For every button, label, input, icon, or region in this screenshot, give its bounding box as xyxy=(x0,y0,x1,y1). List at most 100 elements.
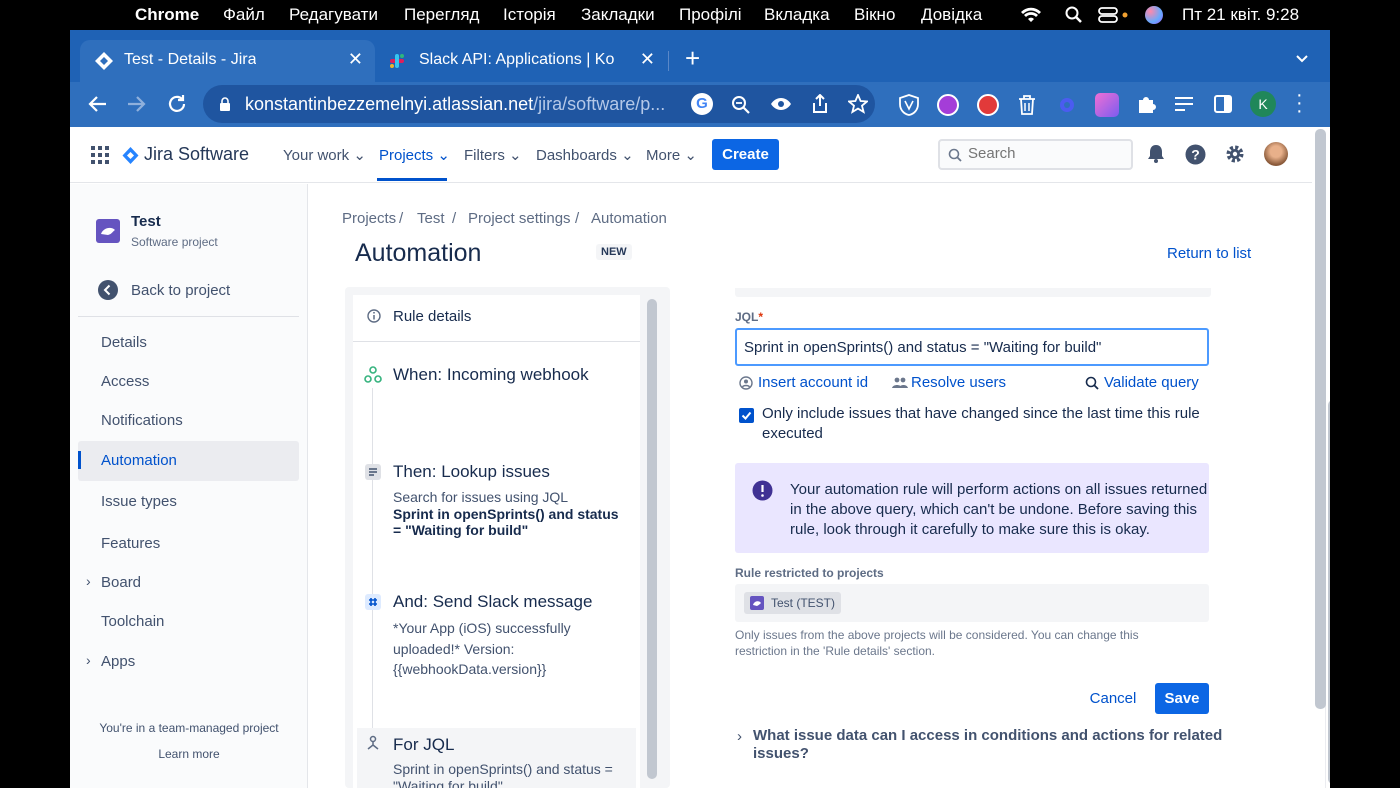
trash-extension-icon[interactable] xyxy=(1017,94,1037,116)
menu-clock[interactable]: Пт 21 квіт. 9:28 xyxy=(1182,5,1299,25)
spotlight-search-icon[interactable] xyxy=(1065,6,1083,24)
siri-icon[interactable] xyxy=(1145,6,1163,24)
eye-icon[interactable] xyxy=(770,97,792,111)
control-center-icon[interactable] xyxy=(1098,6,1130,24)
project-chip-label: Test (TEST) xyxy=(771,596,836,610)
extension-red-icon[interactable] xyxy=(977,94,999,116)
form-scrollbar[interactable] xyxy=(1328,400,1330,784)
tab-search-chevron-down-icon[interactable] xyxy=(1295,54,1309,64)
extensions-puzzle-icon[interactable] xyxy=(1136,94,1156,114)
search-field[interactable] xyxy=(938,139,1133,170)
return-to-list-link[interactable]: Return to list xyxy=(1167,245,1251,262)
sidebar-item-board[interactable]: Board xyxy=(101,574,141,591)
bookmark-star-icon[interactable] xyxy=(848,94,868,114)
menu-view[interactable]: Перегляд xyxy=(404,5,479,25)
address-bar[interactable]: konstantinbezzemelnyi.atlassian.net/jira… xyxy=(203,85,875,123)
rule-details-item[interactable]: Rule details xyxy=(393,308,471,325)
new-tab-icon[interactable]: + xyxy=(685,45,700,71)
forward-arrow-icon[interactable] xyxy=(126,95,146,113)
share-icon[interactable] xyxy=(811,94,829,114)
menu-app-name[interactable]: Chrome xyxy=(135,5,199,25)
notifications-bell-icon[interactable] xyxy=(1147,144,1165,164)
project-avatar-icon xyxy=(750,596,764,610)
google-lens-icon[interactable]: G xyxy=(691,93,713,115)
chevron-right-icon[interactable]: › xyxy=(86,652,91,668)
nav-projects[interactable]: Projects ⌄ xyxy=(379,146,450,164)
cancel-button[interactable]: Cancel xyxy=(1083,683,1143,714)
component-for-jql-title[interactable]: For JQL xyxy=(393,735,454,755)
sidebar-item-details[interactable]: Details xyxy=(101,334,147,351)
menu-help[interactable]: Довідка xyxy=(921,5,982,25)
learn-more-link[interactable]: Learn more xyxy=(70,747,308,761)
sidebar-item-access[interactable]: Access xyxy=(101,373,149,390)
component-lookup-title[interactable]: Then: Lookup issues xyxy=(393,462,550,482)
app-switcher-grid-icon[interactable] xyxy=(91,146,109,164)
only-changed-checkbox[interactable] xyxy=(739,408,754,423)
extension-gradient-icon[interactable] xyxy=(1095,93,1119,117)
menu-edit[interactable]: Редагувати xyxy=(289,5,378,25)
chevron-right-icon[interactable]: › xyxy=(86,573,91,589)
component-slack-title[interactable]: And: Send Slack message xyxy=(393,592,592,612)
save-button[interactable]: Save xyxy=(1155,683,1209,714)
kebab-menu-icon[interactable]: · · · xyxy=(1296,85,1303,121)
create-button[interactable]: Create xyxy=(712,139,779,170)
sidebar-item-apps[interactable]: Apps xyxy=(101,653,135,670)
breadcrumb-test[interactable]: Test xyxy=(417,210,445,227)
project-avatar-icon xyxy=(96,219,120,243)
tab-jira[interactable]: Test - Details - Jira ✕ xyxy=(80,40,375,82)
resolve-users-label: Resolve users xyxy=(911,374,1007,391)
gear-extension-icon[interactable] xyxy=(1056,94,1078,116)
tab-slack[interactable]: Slack API: Applications | Konsta ✕ xyxy=(375,40,665,82)
rule-panel-scrollbar[interactable] xyxy=(647,299,657,779)
lookup-issues-icon xyxy=(365,464,381,480)
rule-components-panel: Rule details When: Incoming webhook Then… xyxy=(345,287,670,788)
shield-extension-icon[interactable] xyxy=(898,94,920,116)
sidebar-item-notifications[interactable]: Notifications xyxy=(101,412,183,429)
team-managed-note: You're in a team-managed project xyxy=(99,721,279,735)
breadcrumb-project-settings[interactable]: Project settings xyxy=(468,210,571,227)
jira-logo-icon[interactable] xyxy=(121,146,140,165)
restricted-projects-label: Rule restricted to projects xyxy=(735,566,884,580)
menu-history[interactable]: Історія xyxy=(503,5,556,25)
component-for-jql-line1: Sprint in openSprints() and status = xyxy=(393,761,613,777)
profile-avatar[interactable]: K xyxy=(1250,91,1276,117)
close-tab-icon[interactable]: ✕ xyxy=(348,49,363,70)
page-scrollbar[interactable] xyxy=(1315,129,1326,709)
sidebar-item-toolchain[interactable]: Toolchain xyxy=(101,613,164,630)
nav-dashboards[interactable]: Dashboards ⌄ xyxy=(536,146,634,164)
breadcrumb-projects[interactable]: Projects xyxy=(342,210,396,227)
back-arrow-icon[interactable] xyxy=(88,95,108,113)
settings-gear-icon[interactable] xyxy=(1225,144,1245,164)
nav-filters[interactable]: Filters ⌄ xyxy=(464,146,522,164)
nav-more[interactable]: More ⌄ xyxy=(646,146,697,164)
reading-list-icon[interactable] xyxy=(1173,95,1195,113)
menu-window[interactable]: Вікно xyxy=(854,5,895,25)
project-name[interactable]: Test xyxy=(131,213,161,230)
close-tab-icon[interactable]: ✕ xyxy=(640,49,655,70)
breadcrumb-automation[interactable]: Automation xyxy=(591,210,667,227)
project-chip[interactable]: Test (TEST) xyxy=(744,592,842,614)
extension-purple-icon[interactable] xyxy=(937,94,959,116)
component-trigger-title[interactable]: When: Incoming webhook xyxy=(393,365,589,385)
jql-input[interactable] xyxy=(735,328,1209,366)
warning-line2: in the above query, which can't be undon… xyxy=(790,501,1198,518)
sidebar-item-features[interactable]: Features xyxy=(101,535,160,552)
menu-tab[interactable]: Вкладка xyxy=(764,5,830,25)
menu-bookmarks[interactable]: Закладки xyxy=(581,5,655,25)
side-panel-icon[interactable] xyxy=(1213,94,1233,114)
search-input[interactable] xyxy=(968,145,1118,162)
reload-icon[interactable] xyxy=(166,93,188,115)
lock-icon[interactable] xyxy=(219,97,231,112)
menu-file[interactable]: Файл xyxy=(223,5,265,25)
help-icon[interactable]: ? xyxy=(1185,144,1206,165)
url-text[interactable]: konstantinbezzemelnyi.atlassian.net/jira… xyxy=(245,94,665,115)
user-avatar[interactable] xyxy=(1264,142,1288,166)
nav-your-work[interactable]: Your work ⌄ xyxy=(283,146,366,164)
wifi-icon[interactable] xyxy=(1020,7,1042,23)
sidebar-item-automation[interactable]: Automation xyxy=(101,452,177,469)
menu-profiles[interactable]: Профілі xyxy=(679,5,742,25)
sidebar-item-issue-types[interactable]: Issue types xyxy=(101,493,177,510)
jira-top-nav: Jira Software Your work ⌄ Projects ⌄ Fil… xyxy=(70,127,1312,183)
zoom-icon[interactable] xyxy=(731,95,751,115)
product-name[interactable]: Jira Software xyxy=(144,144,249,165)
